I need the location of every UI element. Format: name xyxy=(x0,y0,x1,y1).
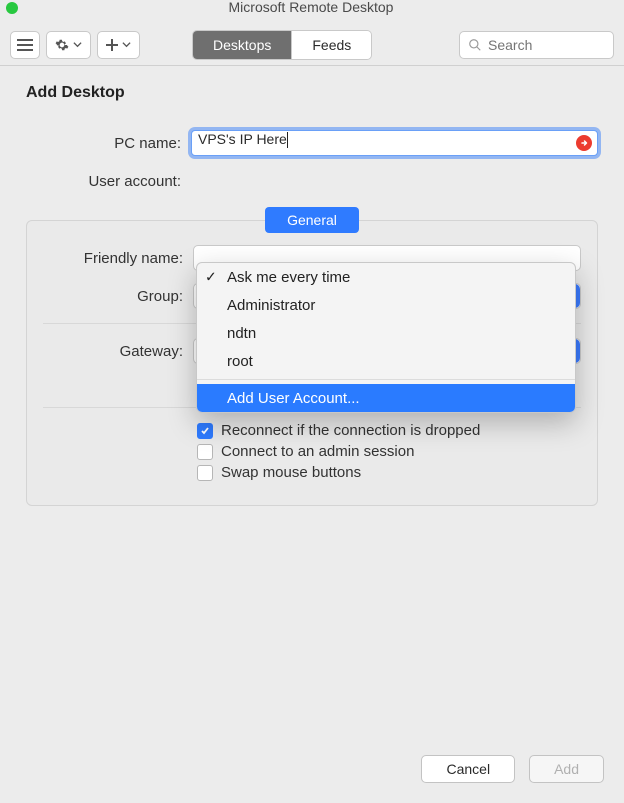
checkmark-icon: ✓ xyxy=(205,269,217,286)
add-button[interactable]: Add xyxy=(529,755,604,783)
swap-mouse-checkbox[interactable] xyxy=(197,465,213,481)
add-desktop-sheet: Add Desktop PC name: VPS's IP Here User … xyxy=(0,66,624,506)
reconnect-label: Reconnect if the connection is dropped xyxy=(221,422,480,439)
tab-general[interactable]: General xyxy=(265,207,359,233)
label-friendly-name: Friendly name: xyxy=(43,250,193,267)
option-label: Ask me every time xyxy=(227,269,350,286)
row-admin-session: Connect to an admin session xyxy=(197,443,597,460)
search-icon xyxy=(468,38,482,52)
validation-error-icon[interactable] xyxy=(576,135,592,151)
window-titlebar: Microsoft Remote Desktop xyxy=(0,0,624,24)
row-user-account: User account: xyxy=(26,168,598,194)
label-group: Group: xyxy=(43,288,193,305)
toolbar: Desktops Feeds xyxy=(0,24,624,66)
row-pc-name: PC name: VPS's IP Here xyxy=(26,130,598,156)
user-account-dropdown: ✓ Ask me every time Administrator ndtn r… xyxy=(196,262,576,413)
list-button[interactable] xyxy=(10,31,40,59)
option-label: Administrator xyxy=(227,297,315,314)
label-pc-name: PC name: xyxy=(26,135,191,152)
admin-session-checkbox[interactable] xyxy=(197,444,213,460)
chevron-down-icon xyxy=(73,40,82,49)
tab-feeds[interactable]: Feeds xyxy=(291,31,371,59)
option-label: root xyxy=(227,353,253,370)
cancel-button[interactable]: Cancel xyxy=(421,755,515,783)
search-input[interactable] xyxy=(488,37,583,53)
window-title: Microsoft Remote Desktop xyxy=(6,0,616,15)
user-account-option-ask[interactable]: ✓ Ask me every time xyxy=(197,263,575,291)
dialog-footer: Cancel Add xyxy=(421,755,604,783)
gear-icon xyxy=(55,38,69,52)
label-user-account: User account: xyxy=(26,173,191,190)
option-label: Add User Account... xyxy=(227,390,360,407)
add-dropdown-button[interactable] xyxy=(97,31,140,59)
page-title: Add Desktop xyxy=(26,84,598,102)
label-gateway: Gateway: xyxy=(43,343,193,360)
user-account-option-add-account[interactable]: Add User Account... xyxy=(197,384,575,412)
settings-dropdown-button[interactable] xyxy=(46,31,91,59)
chevron-down-icon xyxy=(122,40,131,49)
option-label: ndtn xyxy=(227,325,256,342)
user-account-option-administrator[interactable]: Administrator xyxy=(197,291,575,319)
view-segmented-control: Desktops Feeds xyxy=(192,30,372,60)
plus-icon xyxy=(106,39,118,51)
swap-mouse-label: Swap mouse buttons xyxy=(221,464,361,481)
menu-separator xyxy=(197,379,575,380)
user-account-option-root[interactable]: root xyxy=(197,347,575,375)
pc-name-input[interactable]: VPS's IP Here xyxy=(191,130,598,156)
reconnect-checkbox[interactable] xyxy=(197,423,213,439)
pc-name-value: VPS's IP Here xyxy=(198,131,287,147)
row-reconnect: Reconnect if the connection is dropped xyxy=(197,422,597,439)
row-swap-mouse: Swap mouse buttons xyxy=(197,464,597,481)
search-field[interactable] xyxy=(459,31,614,59)
hamburger-icon xyxy=(17,39,33,51)
tab-desktops[interactable]: Desktops xyxy=(193,31,291,59)
user-account-option-ndtn[interactable]: ndtn xyxy=(197,319,575,347)
admin-session-label: Connect to an admin session xyxy=(221,443,414,460)
